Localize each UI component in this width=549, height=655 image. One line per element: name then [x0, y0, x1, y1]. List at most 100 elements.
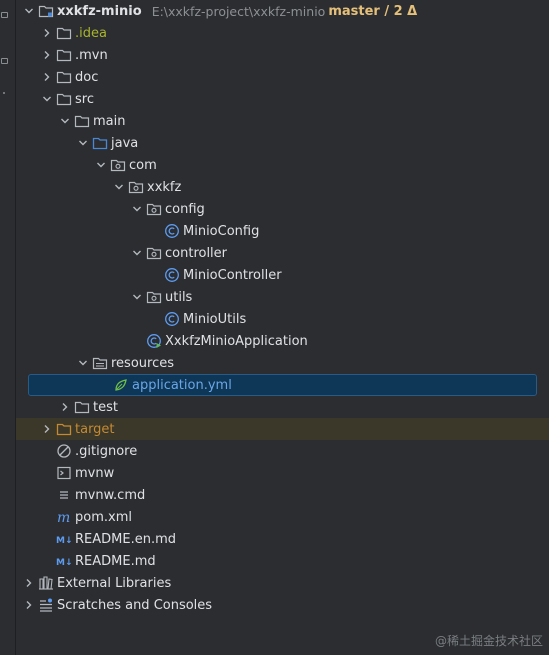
tree-node-label: .mvn	[75, 47, 108, 63]
tree-node-mvnw[interactable]: mvnw	[16, 462, 549, 484]
tree-node-xxkfz[interactable]: xxkfz	[16, 176, 549, 198]
tree-node-label: Scratches and Consoles	[57, 597, 213, 613]
chevron-down-icon[interactable]	[76, 136, 90, 150]
tree-node-src[interactable]: src	[16, 88, 549, 110]
chevron-down-icon[interactable]	[22, 4, 36, 18]
tree-node-label: MinioUtils	[183, 311, 247, 327]
tree-node-label: config	[165, 201, 205, 217]
structure-tool-icon[interactable]	[1, 58, 8, 64]
tree-node-mvnw-cmd[interactable]: mvnw.cmd	[16, 484, 549, 506]
maven-icon: m	[56, 509, 72, 525]
tree-node-application-class[interactable]: XxkfzMinioApplication	[16, 330, 549, 352]
tree-node-label: resources	[111, 355, 175, 371]
markdown-icon: M↓	[56, 531, 72, 547]
class-icon	[164, 267, 180, 283]
text-file-icon	[56, 487, 72, 503]
tree-node-label: .gitignore	[75, 443, 138, 459]
chevron-down-icon[interactable]	[76, 356, 90, 370]
tree-node-label: application.yml	[132, 377, 232, 393]
tree-node-label: XxkfzMinioApplication	[165, 333, 308, 349]
folder-icon	[56, 91, 72, 107]
chevron-right-icon[interactable]	[58, 400, 72, 414]
chevron-down-icon[interactable]	[112, 180, 126, 194]
chevron-right-icon[interactable]	[40, 70, 54, 84]
tree-node-pom[interactable]: m pom.xml	[16, 506, 549, 528]
libraries-icon	[38, 575, 54, 591]
chevron-down-icon[interactable]	[130, 202, 144, 216]
chevron-down-icon[interactable]	[58, 114, 72, 128]
tree-node-config[interactable]: config	[16, 198, 549, 220]
tree-node-label: src	[75, 91, 94, 107]
source-root-folder-icon	[92, 135, 108, 151]
project-name: xxkfz-minio	[57, 3, 142, 19]
chevron-right-icon[interactable]	[22, 576, 36, 590]
tree-node-doc[interactable]: doc	[16, 66, 549, 88]
tree-node-com[interactable]: com	[16, 154, 549, 176]
tree-node-test[interactable]: test	[16, 396, 549, 418]
tree-node-label: pom.xml	[75, 509, 132, 525]
yaml-file-icon	[113, 377, 129, 393]
chevron-down-icon[interactable]	[130, 246, 144, 260]
chevron-right-icon[interactable]	[40, 422, 54, 436]
folder-icon	[56, 69, 72, 85]
class-icon	[164, 311, 180, 327]
svg-text:M↓: M↓	[56, 536, 72, 546]
tree-node-java[interactable]: java	[16, 132, 549, 154]
folder-icon	[74, 399, 90, 415]
tree-node-label: MinioConfig	[183, 223, 260, 239]
scratches-icon	[38, 597, 54, 613]
tree-node-minio-controller[interactable]: MinioController	[16, 264, 549, 286]
resources-folder-icon	[92, 355, 108, 371]
folder-icon	[56, 25, 72, 41]
tree-node-label: README.md	[75, 553, 156, 569]
tree-node-minio-config[interactable]: MinioConfig	[16, 220, 549, 242]
tree-node-gitignore[interactable]: .gitignore	[16, 440, 549, 462]
package-icon	[110, 157, 126, 173]
tree-node-external-libraries[interactable]: External Libraries	[16, 572, 549, 594]
tree-node-utils[interactable]: utils	[16, 286, 549, 308]
chevron-right-icon[interactable]	[40, 48, 54, 62]
tree-node-label: README.en.md	[75, 531, 176, 547]
package-icon	[146, 289, 162, 305]
project-root[interactable]: xxkfz-minio E:\xxkfz-project\xxkfz-minio…	[16, 0, 549, 22]
tree-node-minio-utils[interactable]: MinioUtils	[16, 308, 549, 330]
svg-text:M↓: M↓	[56, 558, 72, 568]
project-tool-icon[interactable]	[1, 12, 8, 18]
runnable-class-icon	[146, 333, 162, 349]
tree-node-readme[interactable]: M↓ README.md	[16, 550, 549, 572]
package-icon	[146, 245, 162, 261]
chevron-right-icon[interactable]	[40, 26, 54, 40]
chevron-down-icon[interactable]	[130, 290, 144, 304]
watermark: @稀土掘金技术社区	[434, 634, 543, 648]
module-folder-icon	[38, 3, 54, 19]
tree-node-target[interactable]: target	[16, 418, 549, 440]
tree-node-label: .idea	[75, 25, 107, 41]
chevron-down-icon[interactable]	[94, 158, 108, 172]
chevron-down-icon[interactable]	[40, 92, 54, 106]
folder-icon	[74, 113, 90, 129]
tree-node-idea[interactable]: .idea	[16, 22, 549, 44]
tree-node-main[interactable]: main	[16, 110, 549, 132]
tree-node-readme-en[interactable]: M↓ README.en.md	[16, 528, 549, 550]
tree-node-label: External Libraries	[57, 575, 172, 591]
tree-node-label: com	[129, 157, 157, 173]
tree-node-mvn[interactable]: .mvn	[16, 44, 549, 66]
svg-text:m: m	[57, 510, 70, 525]
tree-node-label: main	[93, 113, 126, 129]
tree-node-application-yml[interactable]: application.yml	[28, 374, 537, 396]
tree-node-resources[interactable]: resources	[16, 352, 549, 374]
vcs-branch: master / 2 Δ	[328, 3, 418, 19]
package-icon	[128, 179, 144, 195]
tree-node-label: xxkfz	[147, 179, 182, 195]
tree-node-label: doc	[75, 69, 99, 85]
tree-node-label: mvnw	[75, 465, 115, 481]
tree-node-label: controller	[165, 245, 228, 261]
more-tools-icon[interactable]	[3, 92, 5, 94]
tree-node-controller[interactable]: controller	[16, 242, 549, 264]
package-icon	[146, 201, 162, 217]
tree-node-scratches[interactable]: Scratches and Consoles	[16, 594, 549, 616]
chevron-right-icon[interactable]	[22, 598, 36, 612]
tree-node-label: utils	[165, 289, 193, 305]
tree-node-label: mvnw.cmd	[75, 487, 146, 503]
markdown-icon: M↓	[56, 553, 72, 569]
